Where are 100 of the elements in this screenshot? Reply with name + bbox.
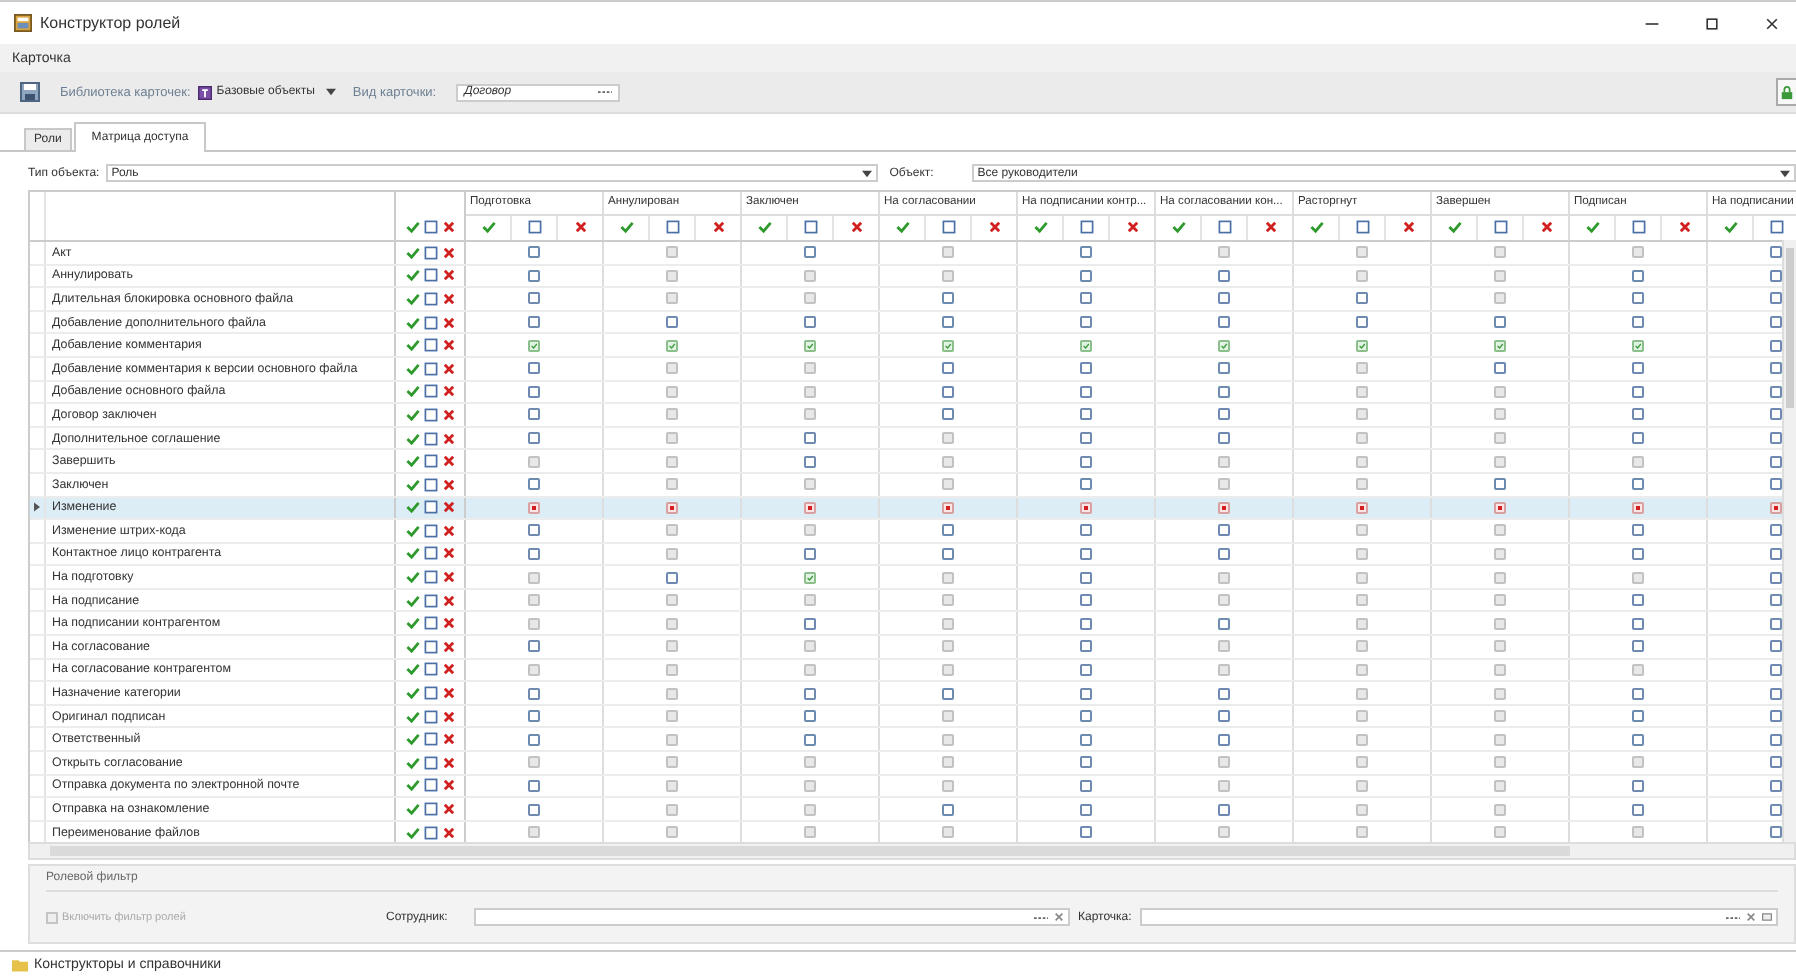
checkbox[interactable] xyxy=(1218,339,1230,352)
square-icon[interactable] xyxy=(665,220,679,235)
checkbox[interactable] xyxy=(1494,362,1506,375)
checkbox[interactable] xyxy=(528,687,540,700)
checkbox[interactable] xyxy=(804,316,816,329)
cross-icon[interactable] xyxy=(1401,220,1415,235)
cross-icon[interactable] xyxy=(441,245,455,260)
cross-icon[interactable] xyxy=(441,825,455,840)
checkbox[interactable] xyxy=(942,362,954,375)
checkbox[interactable] xyxy=(1632,292,1644,305)
clear-icon[interactable] xyxy=(1054,912,1064,923)
cross-icon[interactable] xyxy=(441,454,455,469)
checkbox[interactable] xyxy=(1080,316,1092,329)
checkbox[interactable] xyxy=(1632,524,1644,537)
checkbox[interactable] xyxy=(666,316,678,329)
square-icon[interactable] xyxy=(423,825,437,840)
employee-field[interactable] xyxy=(474,908,1070,927)
checkbox[interactable] xyxy=(804,246,816,259)
checkbox[interactable] xyxy=(1080,756,1092,769)
cross-icon[interactable] xyxy=(441,220,455,235)
checkbox[interactable] xyxy=(1770,687,1782,700)
checkbox[interactable] xyxy=(666,501,678,514)
checkbox[interactable] xyxy=(1770,640,1782,653)
cross-icon[interactable] xyxy=(711,220,725,235)
square-icon[interactable] xyxy=(423,477,437,492)
square-icon[interactable] xyxy=(423,616,437,631)
checkbox[interactable] xyxy=(1770,246,1782,259)
square-icon[interactable] xyxy=(1631,220,1645,235)
cross-icon[interactable] xyxy=(1677,220,1691,235)
checkbox[interactable] xyxy=(1632,594,1644,607)
square-icon[interactable] xyxy=(423,220,437,235)
checkbox[interactable] xyxy=(1080,478,1092,491)
cross-icon[interactable] xyxy=(441,662,455,677)
checkbox[interactable] xyxy=(1632,408,1644,421)
square-icon[interactable] xyxy=(1355,220,1369,235)
checkbox[interactable] xyxy=(1632,432,1644,445)
square-icon[interactable] xyxy=(423,500,437,515)
square-icon[interactable] xyxy=(423,662,437,677)
checkbox[interactable] xyxy=(528,501,540,514)
checkbox[interactable] xyxy=(528,779,540,792)
checkbox[interactable] xyxy=(1080,246,1092,259)
checkbox[interactable] xyxy=(1218,524,1230,537)
checkbox[interactable] xyxy=(528,524,540,537)
square-icon[interactable] xyxy=(1493,220,1507,235)
card-icon[interactable] xyxy=(1762,912,1772,923)
cross-icon[interactable] xyxy=(1539,220,1553,235)
checkbox[interactable] xyxy=(1770,339,1782,352)
checkbox[interactable] xyxy=(1080,547,1092,560)
check-icon[interactable] xyxy=(1723,220,1737,235)
checkbox[interactable] xyxy=(1770,733,1782,746)
checkbox[interactable] xyxy=(1770,779,1782,792)
checkbox[interactable] xyxy=(528,478,540,491)
checkbox[interactable] xyxy=(1080,292,1092,305)
checkbox[interactable] xyxy=(804,571,816,584)
checkbox[interactable] xyxy=(528,339,540,352)
checkbox[interactable] xyxy=(804,617,816,630)
checkbox[interactable] xyxy=(1218,501,1230,514)
checkbox[interactable] xyxy=(1770,826,1782,839)
check-icon[interactable] xyxy=(1585,220,1599,235)
check-icon[interactable] xyxy=(1447,220,1461,235)
square-icon[interactable] xyxy=(423,361,437,376)
checkbox[interactable] xyxy=(1080,524,1092,537)
checkbox[interactable] xyxy=(1218,710,1230,723)
checkbox[interactable] xyxy=(1218,269,1230,282)
checkbox[interactable] xyxy=(1770,455,1782,468)
checkbox[interactable] xyxy=(1770,524,1782,537)
cross-icon[interactable] xyxy=(441,778,455,793)
checkbox[interactable] xyxy=(1632,385,1644,398)
check-icon[interactable] xyxy=(1171,220,1185,235)
cross-icon[interactable] xyxy=(441,477,455,492)
checkbox[interactable] xyxy=(1356,292,1368,305)
checkbox[interactable] xyxy=(1218,617,1230,630)
checkbox[interactable] xyxy=(1218,292,1230,305)
checkbox[interactable] xyxy=(1218,803,1230,816)
cross-icon[interactable] xyxy=(441,546,455,561)
checkbox[interactable] xyxy=(666,571,678,584)
checkbox[interactable] xyxy=(528,710,540,723)
checkbox[interactable] xyxy=(1632,733,1644,746)
checkbox[interactable] xyxy=(1080,617,1092,630)
checkbox[interactable] xyxy=(1080,385,1092,398)
cross-icon[interactable] xyxy=(441,593,455,608)
checkbox[interactable] xyxy=(528,803,540,816)
check-icon[interactable] xyxy=(481,220,495,235)
cross-icon[interactable] xyxy=(441,639,455,654)
lock-button[interactable] xyxy=(1776,78,1796,106)
square-icon[interactable] xyxy=(423,778,437,793)
checkbox[interactable] xyxy=(1218,687,1230,700)
close-icon[interactable] xyxy=(1764,15,1780,31)
checkbox[interactable] xyxy=(1770,385,1782,398)
checkbox[interactable] xyxy=(1770,803,1782,816)
card-field[interactable] xyxy=(1139,908,1778,927)
checkbox[interactable] xyxy=(1632,687,1644,700)
square-icon[interactable] xyxy=(941,220,955,235)
checkbox[interactable] xyxy=(528,362,540,375)
checkbox[interactable] xyxy=(1770,478,1782,491)
cross-icon[interactable] xyxy=(441,315,455,330)
checkbox[interactable] xyxy=(1770,571,1782,584)
checkbox[interactable] xyxy=(804,547,816,560)
cross-icon[interactable] xyxy=(573,220,587,235)
maximize-icon[interactable] xyxy=(1704,15,1720,31)
